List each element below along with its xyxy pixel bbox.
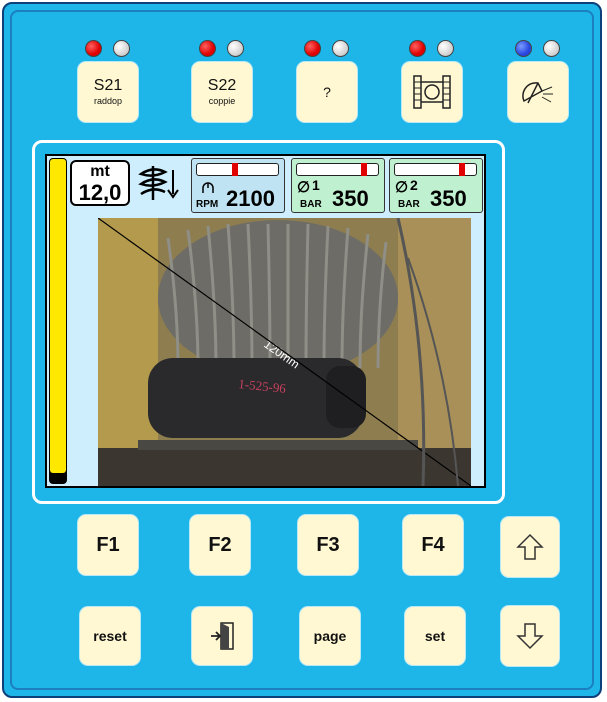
s22-status-led (199, 40, 216, 57)
arrow-up-button[interactable] (501, 517, 559, 577)
pressure1-bar (296, 163, 379, 176)
level-bar-fill (50, 159, 66, 473)
winch-rotation-icon (138, 166, 179, 200)
exit-door-icon (211, 622, 234, 650)
work-light-icon (522, 82, 553, 104)
page-button[interactable]: page (300, 607, 360, 665)
s21-status-led-2 (113, 40, 130, 57)
rpm-bar (196, 163, 279, 176)
pressure1-valve-icon: ∅ (297, 179, 311, 196)
s21-raddop-button[interactable]: S21 raddop (78, 62, 138, 122)
s22-sublabel: coppie (208, 96, 236, 106)
rpm-bar-marker (232, 163, 238, 176)
winch-status-led (409, 40, 426, 57)
pressure2-bar-marker (459, 163, 465, 176)
exit-button[interactable] (192, 607, 252, 665)
pressure2-gauge: ∅ 2 BAR 350 (389, 158, 483, 213)
help-label: ? (323, 84, 331, 100)
winch-status-led-2 (437, 40, 454, 57)
pressure1-index: 1 (312, 177, 320, 193)
s21-label: S21 (93, 77, 123, 94)
work-light-button[interactable] (508, 62, 568, 122)
pressure2-value: 350 (430, 186, 467, 211)
winch-drum-icon (413, 75, 451, 109)
rpm-value: 2100 (226, 186, 275, 211)
cable-length-value: 12,0 (78, 180, 122, 205)
display-screen: mt 12,0 RPM 2100 ∅ 1 BAR 350 ∅ 2 BAR 350 (45, 154, 486, 488)
pressure2-valve-icon: ∅ (395, 179, 409, 196)
f4-button[interactable]: F4 (403, 515, 463, 575)
pressure2-bar (394, 163, 477, 176)
s22-coppie-button[interactable]: S22 coppie (192, 62, 252, 122)
f1-button[interactable]: F1 (78, 515, 138, 575)
f3-button[interactable]: F3 (298, 515, 358, 575)
arrow-down-icon (516, 623, 544, 650)
level-bar (49, 158, 67, 484)
help-status-led (304, 40, 321, 57)
help-status-led-2 (332, 40, 349, 57)
pressure2-index: 2 (410, 177, 418, 193)
arrow-down-button[interactable] (501, 606, 559, 666)
help-button[interactable]: ? (297, 62, 357, 122)
cable-length-box: mt 12,0 (70, 160, 130, 206)
winch-drum-button[interactable] (402, 62, 462, 122)
pressure2-unit: BAR (398, 199, 420, 210)
pressure1-gauge: ∅ 1 BAR 350 (291, 158, 385, 213)
set-button[interactable]: set (405, 607, 465, 665)
s21-status-led (85, 40, 102, 57)
rpm-unit: RPM (196, 199, 219, 210)
rpm-gauge: RPM 2100 (191, 158, 285, 213)
pressure1-unit: BAR (300, 199, 322, 210)
cable-length-unit: mt (90, 163, 110, 180)
light-status-led (515, 40, 532, 57)
s22-status-led-2 (227, 40, 244, 57)
winch-camera-image: 1-525-96 120mm (97, 217, 472, 486)
engine-icon (202, 182, 214, 193)
pressure1-bar-marker (361, 163, 367, 176)
s21-sublabel: raddop (93, 96, 123, 106)
reset-button[interactable]: reset (80, 607, 140, 665)
s22-label: S22 (207, 77, 237, 94)
arrow-up-icon (516, 533, 544, 560)
pressure1-value: 350 (332, 186, 369, 211)
f2-button[interactable]: F2 (190, 515, 250, 575)
light-status-led-2 (543, 40, 560, 57)
